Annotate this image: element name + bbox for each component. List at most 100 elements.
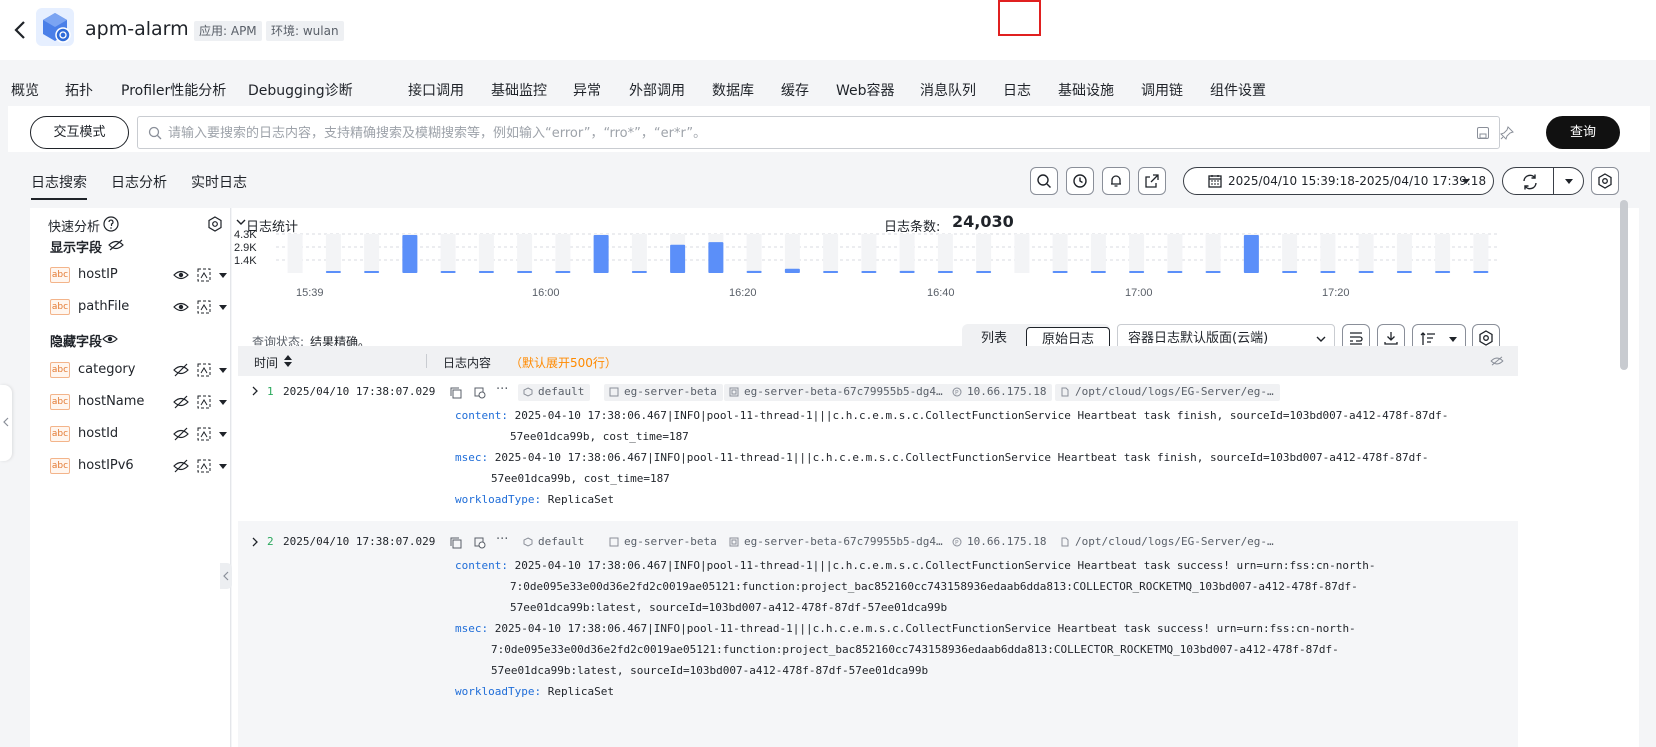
nav-component-settings[interactable]: 组件设置 [1210,80,1266,100]
refresh-dropdown-icon[interactable] [1565,179,1573,184]
nav-logs[interactable]: 日志 [1003,80,1031,100]
histogram-bar[interactable] [325,271,341,273]
histogram-bar[interactable] [746,270,762,273]
back-arrow-icon[interactable] [12,18,30,42]
copy-icon[interactable] [450,387,462,399]
histogram-bar[interactable] [1205,271,1221,273]
histogram-bar[interactable] [937,271,953,273]
field-item-pathfile[interactable]: abc pathFile [50,295,230,319]
histogram-bar[interactable] [1320,271,1336,273]
histogram-bar[interactable] [708,242,724,273]
nav-call-chain[interactable]: 调用链 [1141,80,1183,100]
refresh-icon[interactable] [1521,173,1539,191]
histogram-bar[interactable] [364,271,380,273]
histogram-bar[interactable] [861,271,877,273]
histogram-bar[interactable] [517,271,533,273]
nav-topology[interactable]: 拓扑 [65,80,93,100]
save-icon[interactable] [1476,126,1490,140]
log-search-box [137,116,1514,149]
histogram-bar[interactable] [670,244,686,273]
history-button[interactable] [1066,167,1094,195]
nav-debugging[interactable]: Debugging诊断 [248,80,353,100]
field-value: 2025-04-10 17:38:06.467|INFO|pool-11-thr… [494,622,1356,635]
histogram-bar[interactable] [1435,271,1451,273]
histogram-bar[interactable] [784,268,800,273]
tab-log-search[interactable]: 日志搜索 [31,172,87,200]
histogram-bar[interactable] [478,271,494,273]
string-type-icon: abc [50,267,70,283]
alarm-button[interactable] [1102,167,1130,195]
sidebar-expand-tab[interactable] [0,385,12,461]
nav-overview[interactable]: 概览 [11,80,39,100]
nav-web-container[interactable]: Web容器 [836,80,895,100]
histogram-bar[interactable] [1396,271,1412,273]
tab-log-analysis[interactable]: 日志分析 [111,172,167,192]
histogram-bar[interactable] [1052,271,1068,273]
tab-realtime-log[interactable]: 实时日志 [191,172,247,192]
nav-cache[interactable]: 缓存 [781,80,809,100]
histogram-bar[interactable] [1129,271,1145,273]
settings-button[interactable] [1591,167,1619,195]
search-toolbar-button[interactable] [1030,167,1058,195]
field-item-hostip[interactable]: abc hostIP [50,263,230,287]
bar-slot [861,234,877,273]
ip-icon: P [952,537,962,547]
field-item-hostipv6[interactable]: abc hostIPv6 [50,454,230,478]
sort-arrows-icon[interactable] [284,355,292,367]
help-icon[interactable] [103,216,119,232]
histogram-bar[interactable] [631,271,647,273]
field-actions-icon[interactable] [173,456,233,476]
nav-infrastructure[interactable]: 基础设施 [1058,80,1114,100]
expand-chevron-icon[interactable] [252,537,259,547]
panel-settings-icon[interactable] [207,216,223,232]
histogram-bar[interactable] [555,271,571,273]
time-range-picker[interactable]: 2025/04/10 15:39:18-2025/04/10 17:39:18 [1183,167,1494,195]
panel-collapse-tab[interactable] [220,563,232,589]
collapse-chevron-icon[interactable] [236,219,246,226]
histogram-bar[interactable] [1473,271,1489,273]
field-actions-icon[interactable] [173,360,233,380]
eye-off-icon[interactable] [108,239,124,251]
histogram-bar[interactable] [593,235,609,273]
histogram-bar[interactable] [1090,271,1106,273]
query-button[interactable]: 查询 [1546,116,1620,149]
interactive-mode-button[interactable]: 交互模式 [30,116,129,149]
histogram-bar[interactable] [976,271,992,273]
histogram-bar[interactable] [1243,235,1259,273]
field-item-hostname[interactable]: abc hostName [50,390,230,414]
share-button[interactable] [1138,167,1166,195]
expand-chevron-icon[interactable] [252,386,259,396]
nav-interface-calls[interactable]: 接口调用 [408,80,464,100]
field-actions-icon[interactable] [173,297,233,317]
histogram-bar[interactable] [823,271,839,273]
nav-profiler[interactable]: Profiler性能分析 [121,80,226,100]
eye-off-icon[interactable] [1490,356,1504,366]
row-number: 2 [267,535,274,548]
field-item-category[interactable]: abc category [50,358,230,382]
histogram-bar[interactable] [440,271,456,273]
histogram-bar[interactable] [1358,271,1374,273]
more-icon[interactable]: ··· [496,382,508,397]
histogram-bar[interactable] [1282,271,1298,273]
context-icon[interactable] [474,537,486,549]
field-actions-icon[interactable] [173,265,233,285]
nav-database[interactable]: 数据库 [712,80,754,100]
nav-external-calls[interactable]: 外部调用 [629,80,685,100]
pin-icon[interactable] [1500,126,1514,140]
nav-basic-monitor[interactable]: 基础监控 [491,80,547,100]
more-icon[interactable]: ··· [496,532,508,547]
field-item-hostid[interactable]: abc hostId [50,422,230,446]
field-actions-icon[interactable] [173,424,233,444]
histogram-bar[interactable] [899,270,915,273]
field-actions-icon[interactable] [173,392,233,412]
content-field: content: 2025-04-10 17:38:06.467|INFO|po… [455,405,1448,426]
main-scrollbar[interactable] [1620,200,1628,370]
context-icon[interactable] [474,387,486,399]
histogram-bar[interactable] [402,235,418,273]
copy-icon[interactable] [450,537,462,549]
nav-exceptions[interactable]: 异常 [573,80,601,100]
log-search-input[interactable] [168,123,1408,143]
histogram-bar[interactable] [1167,271,1183,273]
nav-message-queue[interactable]: 消息队列 [920,80,976,100]
eye-icon[interactable] [102,333,118,345]
